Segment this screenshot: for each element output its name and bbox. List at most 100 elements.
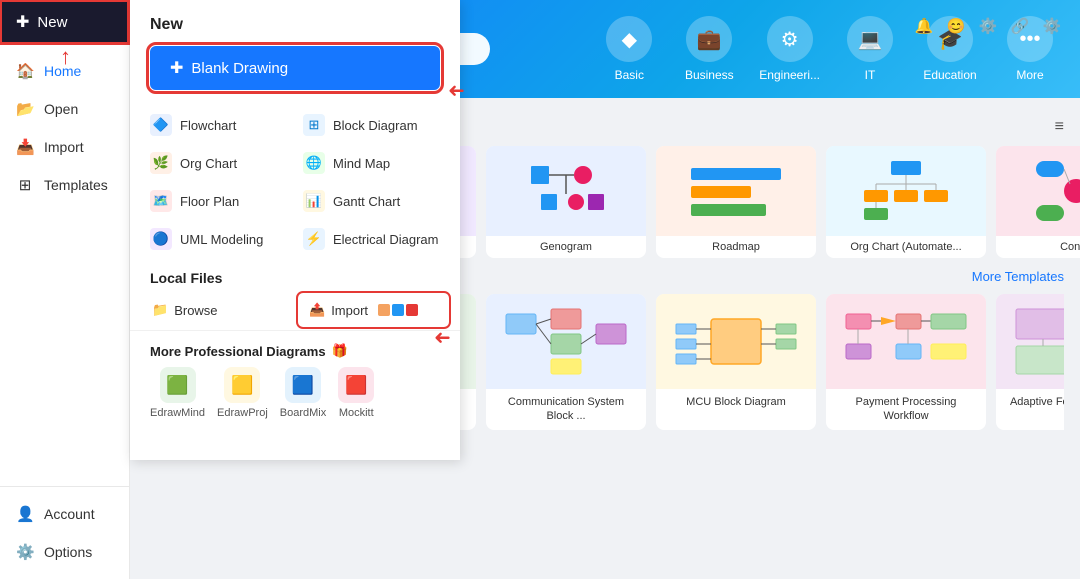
sidebar-item-import-label: Import	[44, 139, 84, 155]
user-avatar-icon[interactable]: 😊	[942, 12, 970, 40]
gear-icon: ⚙️	[16, 543, 34, 561]
sidebar-bottom: 👤 Account ⚙️ Options	[0, 486, 129, 579]
communication-block-thumb	[486, 294, 646, 389]
education-label: Education	[923, 68, 976, 82]
template-communication-block[interactable]: Communication System Block ...	[486, 294, 646, 430]
category-engineering[interactable]: ⚙ Engineeri...	[759, 16, 820, 82]
template-adaptive-selection[interactable]: Adaptive Feature Selection S...	[996, 294, 1064, 430]
boardmix-icon: 🟦	[285, 367, 321, 403]
recent-card-orgchart[interactable]: Org Chart (Automate...	[826, 146, 986, 258]
concept-label: Conce	[996, 236, 1080, 258]
import-file-icon: 📤	[309, 302, 325, 318]
floor-plan-icon: 🗺️	[150, 190, 172, 212]
diagram-type-electrical[interactable]: ⚡ Electrical Diagram	[295, 220, 448, 258]
mockitt-icon: 🟥	[338, 367, 374, 403]
block-diagram-icon: ⊞	[303, 114, 325, 136]
account-icon: 👤	[16, 505, 34, 523]
pro-apps-row: 🟩 EdrawMind 🟨 EdrawProj 🟦 BoardMix 🟥 Moc…	[150, 367, 440, 419]
template-payment-workflow[interactable]: Payment Processing Workflow	[826, 294, 986, 430]
gift-icon: 🎁	[332, 343, 348, 359]
mcu-block-thumb	[656, 294, 816, 389]
browse-icon: 📁	[152, 302, 168, 318]
local-files-row: 📁 Browse 📤 Import	[130, 294, 460, 326]
flowchart-icon: 🔷	[150, 114, 172, 136]
more-label: More	[1016, 68, 1043, 82]
new-dropdown: New ✚ Blank Drawing 🔷 Flowchart ⊞ Block …	[130, 0, 460, 460]
import-icon-orange	[378, 304, 390, 316]
plus-icon: ✚	[16, 12, 29, 32]
diagram-type-floor[interactable]: 🗺️ Floor Plan	[142, 182, 295, 220]
communication-block-label: Communication System Block ...	[486, 389, 646, 430]
diagram-type-org[interactable]: 🌿 Org Chart	[142, 144, 295, 182]
mind-map-icon: 🌐	[303, 152, 325, 174]
settings-icon-1[interactable]: ⚙️	[974, 12, 1002, 40]
arrow-annotation-search: ➜	[448, 78, 465, 103]
more-pro-title: More Professional Diagrams 🎁	[150, 343, 440, 359]
roadmap-label: Roadmap	[656, 236, 816, 258]
browse-button[interactable]: 📁 Browse	[142, 294, 291, 326]
blank-drawing-button[interactable]: ✚ Blank Drawing	[150, 46, 440, 90]
sidebar-item-templates[interactable]: ⊞ Templates	[0, 166, 129, 204]
diagram-type-electrical-label: Electrical Diagram	[333, 232, 438, 247]
link-icon[interactable]: 🔗	[1006, 12, 1034, 40]
category-basic[interactable]: ◆ Basic	[599, 16, 659, 82]
engineering-label: Engineeri...	[759, 68, 820, 82]
sidebar-item-options-label: Options	[44, 544, 92, 560]
template-mcu-block[interactable]: MCU Block Diagram	[656, 294, 816, 430]
new-button-label: New	[37, 14, 67, 31]
import-button[interactable]: 📤 Import	[299, 294, 448, 326]
mcu-block-label: MCU Block Diagram	[656, 389, 816, 415]
diagram-type-gantt[interactable]: 📊 Gantt Chart	[295, 182, 448, 220]
browse-label: Browse	[174, 303, 217, 318]
more-pro-title-text: More Professional Diagrams	[150, 344, 326, 359]
new-button[interactable]: ✚ New	[0, 0, 129, 44]
diagram-type-block[interactable]: ⊞ Block Diagram	[295, 106, 448, 144]
diagram-types-grid: 🔷 Flowchart ⊞ Block Diagram 🌿 Org Chart …	[130, 106, 460, 258]
arrow-annotation-up: ↑	[60, 44, 71, 70]
notification-icon[interactable]: 🔔	[910, 12, 938, 40]
pro-app-boardmix[interactable]: 🟦 BoardMix	[280, 367, 326, 419]
diagram-type-uml[interactable]: 🔵 UML Modeling	[142, 220, 295, 258]
business-label: Business	[685, 68, 734, 82]
sidebar-item-templates-label: Templates	[44, 177, 108, 193]
concept-thumb	[996, 146, 1080, 236]
filter-icon[interactable]: ≡	[1055, 118, 1064, 136]
edrawproj-icon: 🟨	[224, 367, 260, 403]
diagram-type-mind-label: Mind Map	[333, 156, 390, 171]
pro-app-mockitt[interactable]: 🟥 Mockitt	[338, 367, 374, 419]
sidebar-item-account-label: Account	[44, 506, 95, 522]
diagram-type-gantt-label: Gantt Chart	[333, 194, 400, 209]
engineering-icon: ⚙	[767, 16, 813, 62]
edrawmind-label: EdrawMind	[150, 407, 205, 419]
diagram-type-flowchart[interactable]: 🔷 Flowchart	[142, 106, 295, 144]
recent-card-genogram[interactable]: Genogram	[486, 146, 646, 258]
basic-icon: ◆	[606, 16, 652, 62]
sidebar-item-options[interactable]: ⚙️ Options	[0, 533, 129, 571]
pro-app-edrawproj[interactable]: 🟨 EdrawProj	[217, 367, 268, 419]
diagram-type-block-label: Block Diagram	[333, 118, 418, 133]
pro-app-edrawmind[interactable]: 🟩 EdrawMind	[150, 367, 205, 419]
category-it[interactable]: 💻 IT	[840, 16, 900, 82]
recent-card-roadmap[interactable]: Roadmap	[656, 146, 816, 258]
home-icon: 🏠	[16, 62, 34, 80]
electrical-icon: ⚡	[303, 228, 325, 250]
payment-workflow-thumb	[826, 294, 986, 389]
gantt-chart-icon: 📊	[303, 190, 325, 212]
diagram-type-mind[interactable]: 🌐 Mind Map	[295, 144, 448, 182]
sidebar-item-open[interactable]: 📂 Open	[0, 90, 129, 128]
more-templates-link[interactable]: More Templates	[972, 269, 1064, 284]
adaptive-selection-label: Adaptive Feature Selection S...	[996, 389, 1064, 430]
settings-icon-2[interactable]: ⚙️	[1038, 12, 1066, 40]
recent-card-concept[interactable]: Conce	[996, 146, 1080, 258]
diagram-type-flowchart-label: Flowchart	[180, 118, 236, 133]
import-icon-blue	[392, 304, 404, 316]
category-business[interactable]: 💼 Business	[679, 16, 739, 82]
boardmix-label: BoardMix	[280, 407, 326, 419]
sidebar-item-import[interactable]: 📥 Import	[0, 128, 129, 166]
org-chart-icon: 🌿	[150, 152, 172, 174]
diagram-type-uml-label: UML Modeling	[180, 232, 263, 247]
diagram-type-floor-label: Floor Plan	[180, 194, 239, 209]
sidebar-item-account[interactable]: 👤 Account	[0, 495, 129, 533]
open-icon: 📂	[16, 100, 34, 118]
more-pro-section: More Professional Diagrams 🎁 🟩 EdrawMind…	[130, 330, 460, 419]
